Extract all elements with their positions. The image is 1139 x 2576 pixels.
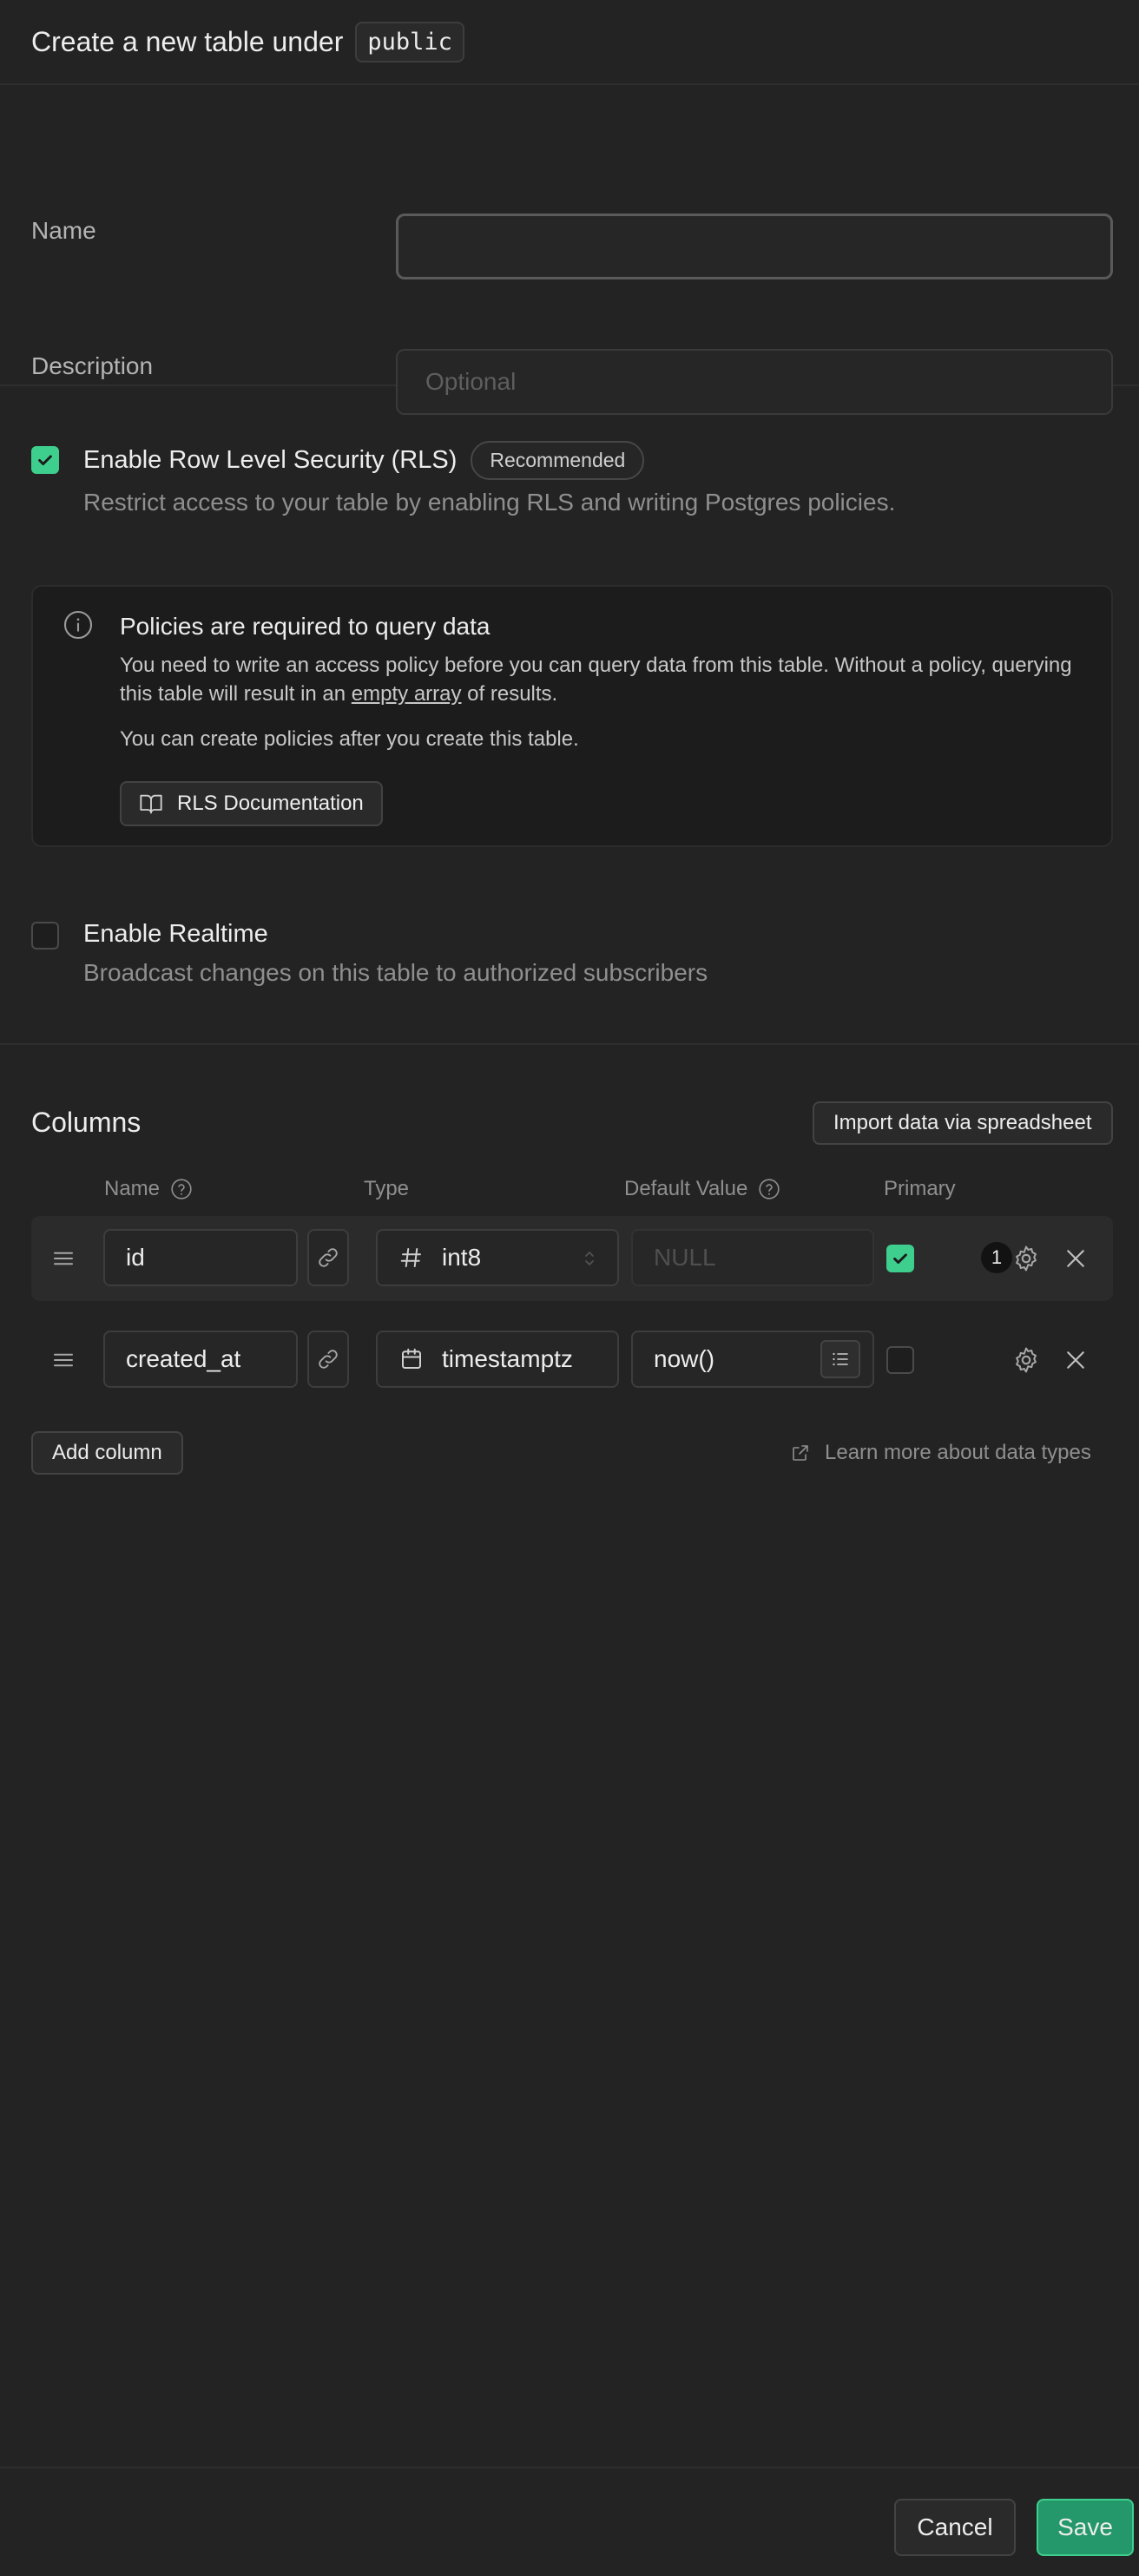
type-select[interactable]: int8 [376, 1229, 619, 1286]
default-column-header: Default Value [624, 1177, 780, 1201]
check-icon [893, 1253, 907, 1265]
panel-footer: Cancel Save [0, 2467, 1139, 2576]
rls-option: Enable Row Level Security (RLS) Recommen… [31, 441, 896, 516]
empty-array-link[interactable]: empty array [352, 682, 462, 706]
name-label: Name [31, 217, 96, 244]
foreign-key-button[interactable] [307, 1331, 349, 1388]
info-icon [63, 610, 93, 640]
section-divider [0, 1043, 1139, 1045]
alert-body-2: You can create policies after you create… [120, 727, 579, 751]
hash-icon [400, 1248, 421, 1267]
chevron-updown-icon [585, 1251, 594, 1266]
realtime-description: Broadcast changes on this table to autho… [83, 959, 708, 986]
rls-description: Restrict access to your table by enablin… [83, 489, 896, 516]
realtime-checkbox[interactable] [31, 922, 59, 950]
description-input[interactable] [396, 349, 1113, 415]
list-icon [833, 1352, 848, 1366]
external-link-icon [793, 1445, 808, 1461]
help-icon[interactable] [758, 1178, 780, 1200]
name-input[interactable] [396, 214, 1113, 279]
default-value-input[interactable]: now() [631, 1331, 874, 1388]
learn-data-types-label: Learn more about data types [825, 1441, 1091, 1464]
realtime-option: Enable Realtime Broadcast changes on thi… [31, 920, 708, 987]
save-button[interactable]: Save [1037, 2499, 1134, 2556]
column-name-input[interactable]: id [103, 1229, 298, 1286]
column-row: created_at timestamptz now() [31, 1318, 1113, 1403]
realtime-title: Enable Realtime [83, 920, 268, 948]
primary-column-header: Primary [884, 1177, 956, 1200]
rls-docs-label: RLS Documentation [177, 792, 364, 815]
basic-info-section: Name Description [0, 85, 1139, 415]
column-row: id int8 NULL 1 [31, 1216, 1113, 1301]
type-select[interactable]: timestamptz [376, 1331, 619, 1388]
primary-key-checkbox[interactable] [886, 1245, 914, 1272]
add-column-button[interactable]: Add column [31, 1431, 183, 1475]
rls-title: Enable Row Level Security (RLS) [83, 446, 458, 474]
calendar-icon [402, 1348, 421, 1369]
book-open-icon [140, 794, 162, 814]
panel-header: Create a new table under public [0, 0, 1139, 85]
type-value: timestamptz [442, 1345, 573, 1372]
default-value-text: now() [654, 1345, 715, 1372]
cancel-button[interactable]: Cancel [894, 2499, 1016, 2556]
columns-title: Columns [31, 1107, 142, 1138]
default-value-input[interactable]: NULL [631, 1229, 874, 1286]
learn-data-types-link[interactable]: Learn more about data types [790, 1441, 1091, 1465]
import-spreadsheet-button[interactable]: Import data via spreadsheet [813, 1101, 1113, 1145]
drag-handle-icon[interactable] [50, 1347, 76, 1373]
close-icon[interactable] [1063, 1347, 1089, 1373]
gear-icon[interactable] [1011, 1345, 1041, 1375]
rls-checkbox[interactable] [31, 446, 59, 474]
recommended-badge: Recommended [471, 441, 645, 480]
help-icon[interactable] [170, 1178, 193, 1200]
link-icon [319, 1350, 338, 1369]
type-column-header: Type [364, 1177, 410, 1200]
type-value: int8 [442, 1244, 482, 1271]
description-label: Description [31, 352, 154, 379]
create-table-panel: Create a new table under public Name Des… [0, 0, 1139, 2576]
primary-key-checkbox[interactable] [886, 1346, 914, 1374]
link-icon [319, 1248, 338, 1267]
alert-body: You need to write an access policy befor… [120, 654, 1072, 706]
close-icon[interactable] [1063, 1245, 1089, 1272]
check-icon [38, 455, 52, 466]
schema-badge: public [355, 21, 464, 62]
settings-count-badge: 1 [981, 1242, 1012, 1273]
column-name-input[interactable]: created_at [103, 1331, 298, 1388]
default-suggestions-button[interactable] [820, 1340, 860, 1378]
name-column-header: Name [104, 1177, 193, 1201]
panel-title: Create a new table under [31, 25, 344, 57]
foreign-key-button[interactable] [307, 1229, 349, 1286]
rls-docs-button[interactable]: RLS Documentation [120, 781, 383, 826]
drag-handle-icon[interactable] [50, 1245, 76, 1272]
gear-icon[interactable] [1011, 1244, 1041, 1273]
policies-alert: Policies are required to query data You … [31, 585, 1113, 847]
alert-title: Policies are required to query data [120, 613, 490, 640]
